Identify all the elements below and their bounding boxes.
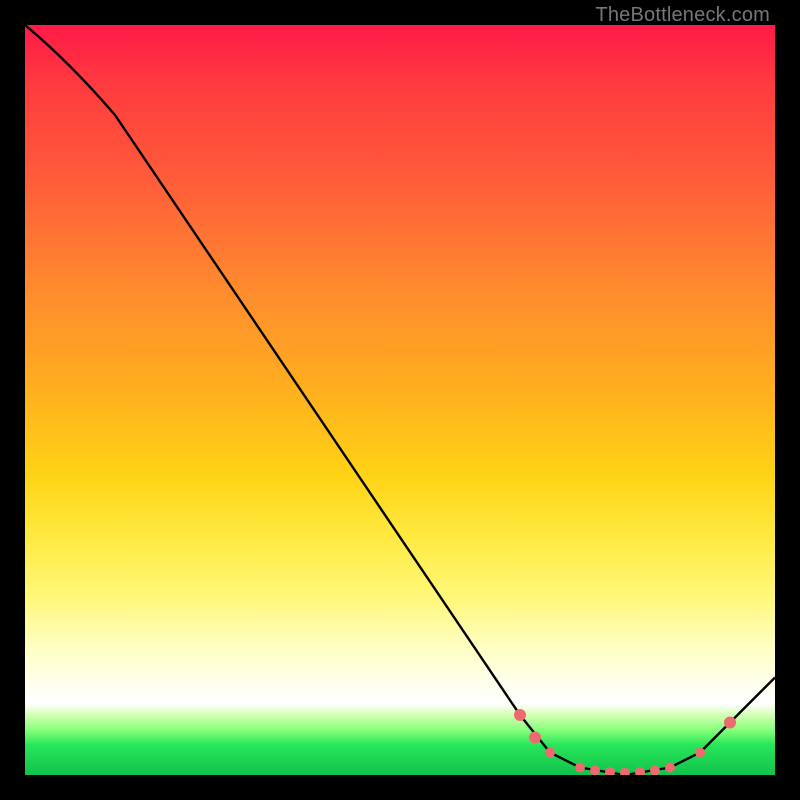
data-marker: [545, 748, 555, 758]
data-marker: [529, 732, 541, 744]
data-marker: [635, 767, 645, 775]
data-marker: [605, 767, 615, 775]
data-marker: [514, 709, 526, 721]
data-marker: [620, 768, 630, 775]
data-marker: [695, 748, 705, 758]
gradient-plot-area: [25, 25, 775, 775]
attribution-text: TheBottleneck.com: [595, 4, 770, 27]
chart-frame: TheBottleneck.com: [0, 0, 800, 800]
data-marker: [724, 717, 736, 729]
data-marker: [590, 766, 600, 776]
curve-layer: [25, 25, 775, 775]
bottleneck-curve: [25, 25, 775, 775]
data-marker: [650, 766, 660, 776]
data-marker: [575, 763, 585, 773]
data-marker: [665, 763, 675, 773]
